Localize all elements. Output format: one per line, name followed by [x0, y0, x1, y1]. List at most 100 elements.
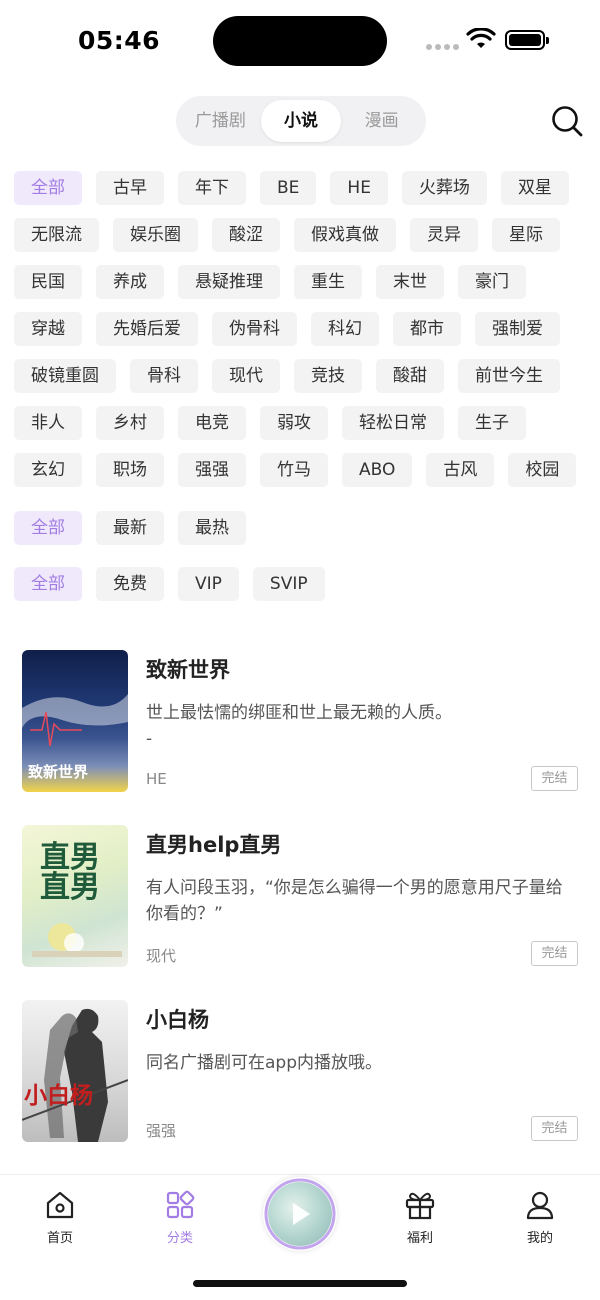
book-desc: 世上最怯懦的绑匪和世上最无赖的人质。 -	[146, 703, 452, 749]
home-icon	[46, 1191, 74, 1219]
genre-chip[interactable]: HE	[330, 171, 388, 205]
genre-chip[interactable]: 乡村	[96, 406, 164, 440]
genre-chip[interactable]: 民国	[14, 265, 82, 299]
genre-chip[interactable]: 古早	[96, 171, 164, 205]
book-cover[interactable]: 直男直男	[22, 825, 128, 967]
genre-chip[interactable]: 养成	[96, 265, 164, 299]
cover-title: 小白杨	[24, 1082, 93, 1109]
play-icon	[293, 1203, 310, 1225]
status-badge: 完结	[531, 766, 578, 791]
nav-label: 分类	[166, 1231, 193, 1246]
book-item[interactable]: 小白杨 小白杨 同名广播剧可在app内播放哦。 强强 完结	[0, 1000, 600, 1142]
genre-chip[interactable]: 末世	[376, 265, 444, 299]
book-item[interactable]: 直男直男 直男help直男 有人问段玉羽，“你是怎么骗得一个男的愿意用尺子量给你…	[0, 825, 600, 967]
genre-chip[interactable]: 火葬场	[401, 171, 487, 205]
genre-chip[interactable]: 现代	[212, 359, 280, 393]
nav-profile[interactable]: 我的	[500, 1189, 580, 1246]
genre-chip[interactable]: 重生	[294, 265, 362, 299]
genre-chip[interactable]: 双星	[500, 171, 569, 205]
book-title: 致新世界	[146, 658, 230, 682]
content-type-tabs: 广播剧 小说 漫画	[176, 96, 426, 146]
nav-label: 我的	[526, 1231, 553, 1246]
genre-chip[interactable]: 骨科	[130, 359, 198, 393]
genre-chip[interactable]: 弱攻	[260, 406, 328, 440]
genre-chip[interactable]: 酸甜	[376, 359, 444, 393]
book-title: 直男help直男	[146, 833, 282, 857]
tab-comic[interactable]: 漫画	[341, 100, 422, 142]
genre-chip[interactable]: 生子	[458, 406, 526, 440]
genre-chip[interactable]: 非人	[14, 406, 82, 440]
genre-chip[interactable]: 娱乐圈	[113, 218, 198, 252]
genre-chip[interactable]: 古风	[426, 453, 495, 487]
tab-novel[interactable]: 小说	[260, 100, 342, 142]
genre-chip[interactable]: 年下	[178, 171, 246, 205]
price-chip[interactable]: 免费	[96, 567, 164, 601]
genre-chip[interactable]: 玄幻	[14, 453, 82, 487]
genre-chip[interactable]: 酸涩	[212, 218, 280, 252]
sort-chip[interactable]: 最新	[96, 511, 164, 545]
nav-label: 福利	[406, 1231, 433, 1246]
genre-chip[interactable]: 破镜重圆	[14, 359, 116, 393]
genre-chip[interactable]: 伪骨科	[212, 312, 297, 346]
category-icon	[166, 1190, 195, 1219]
genre-filter: 全部 古早 年下 BE HE 火葬场 双星 无限流 娱乐圈 酸涩 假戏真做 灵异…	[14, 171, 586, 487]
wifi-icon	[466, 28, 496, 48]
genre-chip[interactable]: 星际	[492, 218, 560, 252]
nav-home[interactable]: 首页	[20, 1189, 100, 1246]
genre-chip[interactable]: 穿越	[14, 312, 82, 346]
status-badge: 完结	[531, 1116, 578, 1141]
genre-chip[interactable]: 竞技	[294, 359, 362, 393]
genre-chip[interactable]: 灵异	[410, 218, 478, 252]
book-tag: HE	[146, 770, 167, 788]
genre-chip[interactable]: 全部	[14, 171, 82, 205]
genre-chip[interactable]: 前世今生	[458, 359, 560, 393]
genre-chip[interactable]: 悬疑推理	[178, 265, 280, 299]
status-bar: 05:46	[0, 0, 600, 82]
book-desc: 同名广播剧可在app内播放哦。	[146, 1053, 382, 1073]
genre-chip[interactable]: 职场	[96, 453, 164, 487]
book-cover[interactable]: 小白杨	[22, 1000, 128, 1142]
status-time: 05:46	[78, 26, 161, 55]
sort-chip[interactable]: 全部	[14, 511, 82, 545]
status-badge: 完结	[531, 941, 578, 966]
genre-chip[interactable]: 无限流	[14, 218, 99, 252]
genre-chip[interactable]: 电竞	[178, 406, 246, 440]
sort-filter: 全部 最新 最热	[14, 511, 586, 545]
nav-welfare[interactable]: 福利	[380, 1189, 460, 1246]
genre-chip[interactable]: 强强	[178, 453, 246, 487]
genre-chip[interactable]: 先婚后爱	[96, 312, 198, 346]
genre-chip[interactable]: 豪门	[458, 265, 526, 299]
gift-icon	[405, 1192, 435, 1220]
battery-icon	[505, 30, 549, 50]
nav-label: 首页	[46, 1231, 73, 1246]
book-cover[interactable]: 致新世界	[22, 650, 128, 792]
nav-category[interactable]: 分类	[140, 1189, 220, 1246]
genre-chip[interactable]: 竹马	[260, 453, 328, 487]
book-title: 小白杨	[146, 1008, 209, 1032]
genre-chip[interactable]: 校园	[508, 453, 577, 487]
genre-chip[interactable]: 假戏真做	[294, 218, 396, 252]
price-chip[interactable]: SVIP	[252, 567, 325, 601]
cover-title: 直男直男	[40, 840, 100, 905]
genre-chip[interactable]: ABO	[342, 453, 413, 487]
price-chip[interactable]: 全部	[14, 567, 82, 601]
genre-chip[interactable]: 轻松日常	[342, 406, 444, 440]
genre-chip[interactable]: 强制爱	[475, 312, 560, 346]
signal-icon	[426, 44, 459, 50]
price-chip[interactable]: VIP	[178, 567, 239, 601]
search-icon[interactable]	[550, 104, 584, 138]
home-indicator	[193, 1280, 407, 1287]
book-tag: 强强	[146, 1122, 177, 1140]
book-tag: 现代	[146, 947, 177, 965]
profile-icon	[526, 1191, 554, 1220]
price-filter: 全部 免费 VIP SVIP	[14, 567, 586, 601]
genre-chip[interactable]: 都市	[393, 312, 461, 346]
dynamic-island	[213, 16, 387, 66]
genre-chip[interactable]: 科幻	[311, 312, 379, 346]
tab-radio-drama[interactable]: 广播剧	[180, 100, 261, 142]
genre-chip[interactable]: BE	[260, 171, 317, 205]
now-playing-button[interactable]	[263, 1177, 337, 1251]
book-item[interactable]: 致新世界 致新世界 世上最怯懦的绑匪和世上最无赖的人质。 - HE 完结	[0, 650, 600, 792]
cover-title: 致新世界	[28, 763, 89, 781]
sort-chip[interactable]: 最热	[178, 511, 246, 545]
